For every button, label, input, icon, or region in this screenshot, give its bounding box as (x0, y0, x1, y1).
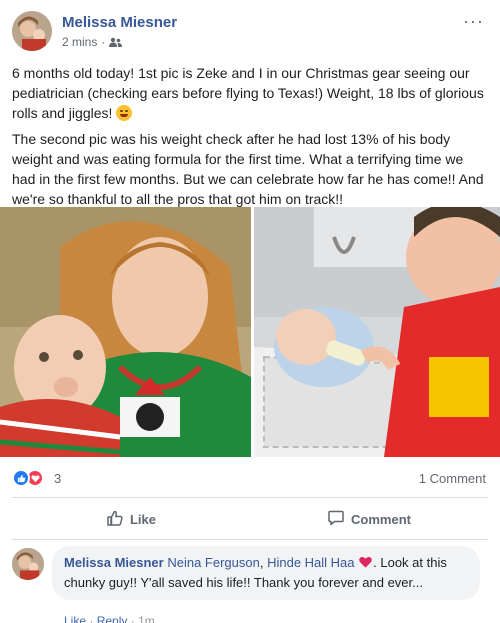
post-paragraph-2: The second pic was his weight check afte… (12, 131, 484, 207)
author-avatar[interactable] (12, 11, 52, 51)
reaction-count[interactable]: 3 (54, 471, 61, 486)
comment-bubble: Melissa Miesner Neina Ferguson, Hinde Ha… (52, 546, 480, 600)
post-body: 6 months old today! 1st pic is Zeke and … (12, 63, 490, 215)
photo-weight-check[interactable] (254, 207, 500, 457)
reaction-icons[interactable] (12, 469, 44, 487)
divider-bottom (12, 539, 488, 540)
post-header: Melissa Miesner 2 mins · ··· (12, 11, 488, 55)
meta-separator: · (101, 35, 106, 49)
friends-icon[interactable] (109, 37, 123, 48)
reactions-bar: 3 1 Comment (12, 468, 488, 490)
comment-like-link[interactable]: Like (64, 614, 86, 623)
like-button-label: Like (129, 511, 156, 527)
comment-reply-link[interactable]: Reply (97, 614, 128, 623)
grinning-face-emoji-icon (116, 105, 133, 121)
comment-button[interactable]: Comment (250, 502, 488, 536)
divider-top (12, 497, 488, 498)
comment-time[interactable]: 1m (138, 614, 155, 623)
comment-author-avatar[interactable] (12, 548, 44, 580)
post-paragraph-1: 6 months old today! 1st pic is Zeke and … (12, 63, 490, 123)
like-icon (12, 469, 30, 487)
post-actions: Like Comment (12, 502, 488, 536)
comment-mention-1[interactable]: Neina Ferguson (167, 555, 260, 570)
comment-bubble-icon (327, 509, 345, 530)
comment-count-link[interactable]: 1 Comment (419, 471, 486, 486)
like-button[interactable]: Like (12, 502, 250, 536)
comment-sep-1: · (89, 614, 94, 623)
more-options-button[interactable]: ··· (463, 11, 484, 32)
comment-author-name[interactable]: Melissa Miesner (64, 555, 164, 570)
post-timestamp[interactable]: 2 mins (62, 35, 97, 49)
comment-button-label: Comment (351, 511, 411, 527)
post-meta: 2 mins · (62, 35, 123, 49)
comment-mention-2[interactable]: Hinde Hall Haa (267, 555, 354, 570)
photo-christmas[interactable] (0, 207, 251, 457)
comment-mention-separator: , (259, 555, 268, 570)
post-author-name[interactable]: Melissa Miesner (62, 14, 177, 31)
thumbs-up-icon (106, 509, 124, 530)
red-heart-icon (358, 555, 373, 574)
post-text-1: 6 months old today! 1st pic is Zeke and … (12, 65, 484, 121)
comment-sep-2: · (130, 614, 135, 623)
photo-grid (0, 207, 500, 457)
comment-actions: Like · Reply · 1m (64, 614, 155, 623)
